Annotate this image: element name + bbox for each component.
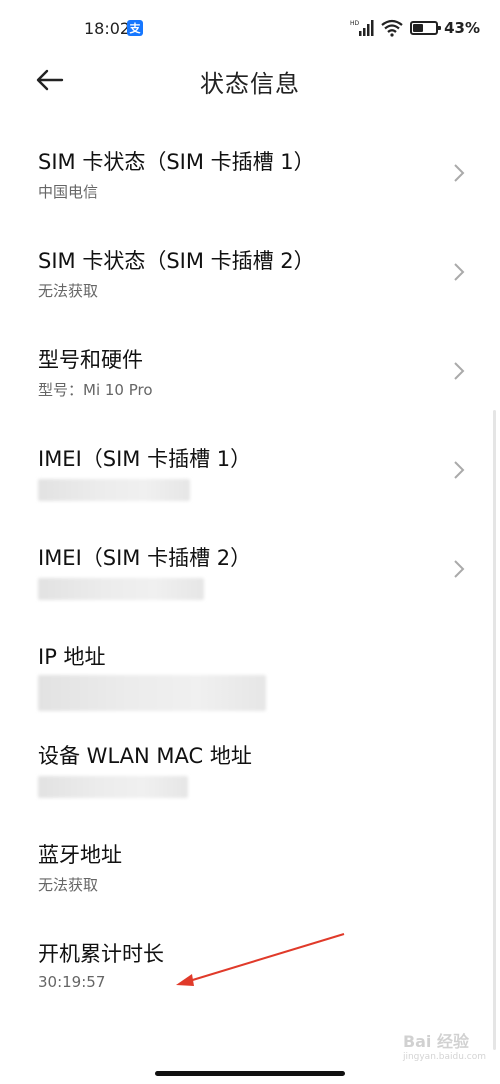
list-item-title: SIM 卡状态（SIM 卡插槽 1）: [38, 150, 315, 174]
alipay-icon: 支: [127, 20, 143, 36]
redacted-value: [38, 479, 190, 501]
chevron-right-icon: [454, 560, 465, 578]
list-item-subtitle: 无法获取: [38, 282, 99, 300]
list-item-subtitle: 型号：Mi 10 Pro: [38, 381, 153, 399]
svg-text:HD: HD: [350, 20, 360, 27]
list-item-uptime[interactable]: 开机累计时长 30:19:57: [0, 922, 500, 1021]
battery-percent: 43%: [444, 19, 480, 37]
chevron-right-icon: [454, 362, 465, 380]
chevron-right-icon: [454, 164, 465, 182]
list-item-title: IP 地址: [38, 645, 106, 669]
list-item-title: 蓝牙地址: [38, 843, 122, 867]
scrollbar[interactable]: [493, 410, 496, 1050]
list-item-title: 型号和硬件: [38, 348, 143, 372]
list-item-bluetooth-address[interactable]: 蓝牙地址 无法获取: [0, 823, 500, 922]
status-icons: HD 43%: [350, 18, 480, 38]
battery-icon: [410, 21, 442, 35]
list-item-title: SIM 卡状态（SIM 卡插槽 2）: [38, 249, 315, 273]
redacted-value: [38, 578, 204, 600]
chevron-right-icon: [454, 263, 465, 281]
signal-icon: HD: [350, 20, 374, 36]
redacted-value: [38, 675, 266, 711]
page-title: 状态信息: [200, 70, 300, 98]
list-item-title: 开机累计时长: [38, 942, 164, 966]
chevron-right-icon: [454, 461, 465, 479]
watermark-sub: jingyan.baidu.com: [402, 1052, 486, 1062]
list-item-sim2-status[interactable]: SIM 卡状态（SIM 卡插槽 2） 无法获取: [0, 229, 500, 328]
watermark: Bai 经验 jingyan.baidu.com: [403, 1028, 486, 1062]
status-bar: 18:02 支 HD 43%: [0, 0, 500, 56]
home-indicator[interactable]: [155, 1071, 345, 1076]
wifi-icon: [381, 19, 403, 37]
watermark-main: Bai 经验: [402, 1032, 469, 1051]
list-item-ip-address[interactable]: IP 地址: [0, 625, 500, 724]
list-item-model-hardware[interactable]: 型号和硬件 型号：Mi 10 Pro: [0, 328, 500, 427]
list-item-imei2[interactable]: IMEI（SIM 卡插槽 2）: [0, 526, 500, 625]
list-item-wlan-mac[interactable]: 设备 WLAN MAC 地址: [0, 724, 500, 823]
list-item-subtitle: 中国电信: [38, 183, 99, 201]
list-item-title: IMEI（SIM 卡插槽 1）: [38, 447, 252, 471]
list-item-subtitle: 30:19:57: [38, 973, 106, 991]
list-item-title: IMEI（SIM 卡插槽 2）: [38, 546, 252, 570]
list-item-title: 设备 WLAN MAC 地址: [38, 744, 252, 768]
list-item-subtitle: 无法获取: [38, 876, 99, 894]
list-item-imei1[interactable]: IMEI（SIM 卡插槽 1）: [0, 427, 500, 526]
list-item-sim1-status[interactable]: SIM 卡状态（SIM 卡插槽 1） 中国电信: [0, 130, 500, 229]
header: 状态信息: [0, 56, 500, 104]
status-time: 18:02: [84, 19, 131, 38]
status-info-list: SIM 卡状态（SIM 卡插槽 1） 中国电信 SIM 卡状态（SIM 卡插槽 …: [0, 130, 500, 1021]
redacted-value: [38, 776, 188, 798]
